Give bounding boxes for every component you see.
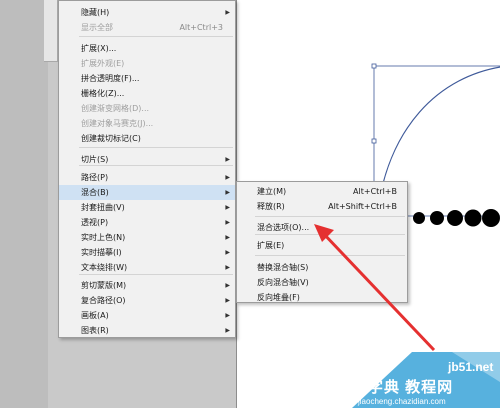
menu-item[interactable]: 显示全部 Alt+Ctrl+3 [59, 20, 235, 35]
selection-handle[interactable] [371, 63, 377, 69]
chevron-right-icon: ▶ [225, 297, 230, 304]
menu-item-label: 透视(P) [81, 218, 109, 227]
submenu-item[interactable]: 反向混合轴(V) [237, 275, 407, 290]
menu-item-label: 扩展外观(E) [81, 59, 125, 68]
menu-separator [79, 147, 233, 148]
submenu-separator [255, 255, 405, 256]
menu-item[interactable]: 栅格化(Z)... [59, 86, 235, 101]
chevron-right-icon: ▶ [225, 327, 230, 334]
menu-item[interactable]: 图表(R) ▶ [59, 323, 235, 338]
menu-item[interactable]: 创建对象马赛克(J)... [59, 116, 235, 131]
menu-item-label: 栅格化(Z)... [81, 89, 125, 98]
submenu-item-label: 释放(R) [257, 202, 285, 211]
menu-item[interactable]: 创建渐变网格(D)... [59, 101, 235, 116]
blend-circles[interactable] [413, 209, 500, 227]
workspace-left-strip [0, 0, 58, 408]
watermark-domain: jb51.net [448, 360, 494, 374]
menu-item-label: 创建裁切标记(C) [81, 134, 141, 143]
chevron-right-icon: ▶ [225, 204, 230, 211]
chevron-right-icon: ▶ [225, 156, 230, 163]
menu-item[interactable]: 封套扭曲(V) ▶ [59, 200, 235, 215]
menu-item-shortcut: Alt+Ctrl+3 [179, 23, 223, 32]
menu-item-label: 画板(A) [81, 311, 109, 320]
menu-item[interactable]: 实时描摹(I) ▶ [59, 245, 235, 260]
blend-submenu: 建立(M) Alt+Ctrl+B 释放(R) Alt+Shift+Ctrl+B 混合选项… [236, 181, 408, 303]
panel-tab[interactable] [44, 0, 58, 62]
submenu-item-shortcut: Alt+Ctrl+B [353, 187, 397, 196]
menu-item[interactable]: 拼合透明度(F)... [59, 71, 235, 86]
menu-item-label: 扩展(X)... [81, 44, 117, 53]
chevron-right-icon: ▶ [225, 9, 230, 16]
menu-item-label: 实时上色(N) [81, 233, 126, 242]
menu-item-label: 封套扭曲(V) [81, 203, 125, 212]
menu-item-label: 图表(R) [81, 326, 109, 335]
submenu-item-shortcut: Alt+Shift+Ctrl+B [328, 202, 397, 211]
submenu-separator [255, 216, 405, 217]
chevron-right-icon: ▶ [225, 249, 230, 256]
menu-item[interactable]: 创建裁切标记(C) [59, 131, 235, 146]
chevron-right-icon: ▶ [225, 282, 230, 289]
menu-item[interactable]: 画板(A) ▶ [59, 308, 235, 323]
submenu-item[interactable]: 建立(M) Alt+Ctrl+B [237, 184, 407, 199]
menu-item[interactable]: 文本绕排(W) ▶ [59, 260, 235, 275]
menu-item-label: 实时描摹(I) [81, 248, 122, 257]
submenu-item-label: 建立(M) [257, 187, 287, 196]
submenu-item[interactable]: 扩展(E) [237, 238, 407, 253]
chevron-right-icon: ▶ [225, 174, 230, 181]
submenu-item-label: 反向堆叠(F) [257, 293, 300, 302]
menu-item[interactable]: 切片(S) ▶ [59, 152, 235, 167]
menu-item-label: 隐藏(H) [81, 8, 110, 17]
submenu-item-label: 反向混合轴(V) [257, 278, 309, 287]
menu-item[interactable]: 实时上色(N) ▶ [59, 230, 235, 245]
menu-item-label: 剪切蒙版(M) [81, 281, 127, 290]
menu-item-label: 文本绕排(W) [81, 263, 128, 272]
menu-item-label: 显示全部 [81, 23, 113, 32]
watermark-url: jiaocheng.chazidian.com [358, 397, 446, 406]
menu-item[interactable]: 扩展外观(E) [59, 56, 235, 71]
menu-item-label: 创建渐变网格(D)... [81, 104, 150, 113]
chevron-right-icon: ▶ [225, 234, 230, 241]
menu-item[interactable]: 扩展(X)... [59, 41, 235, 56]
object-menu: 隐藏(H) ▶ 显示全部 Alt+Ctrl+3 扩展(X)... 扩展外观(E) 拼合透明度… [58, 0, 236, 338]
menu-item[interactable]: 混合(B) ▶ [59, 185, 235, 200]
menu-item[interactable]: 路径(P) ▶ [59, 170, 235, 185]
watermark-title: 查字典 教程网 [352, 379, 454, 396]
chevron-right-icon: ▶ [225, 312, 230, 319]
submenu-item-label: 混合选项(O)... [257, 223, 310, 232]
chevron-right-icon: ▶ [225, 189, 230, 196]
menu-item[interactable]: 剪切蒙版(M) ▶ [59, 278, 235, 293]
menu-separator [79, 36, 233, 37]
menu-item[interactable]: 透视(P) ▶ [59, 215, 235, 230]
watermark: jb51.net 查字典 教程网 jiaocheng.chazidian.com [352, 352, 500, 408]
menu-item-label: 复合路径(O) [81, 296, 126, 305]
menu-item-label: 切片(S) [81, 155, 109, 164]
submenu-item[interactable]: 混合选项(O)... [237, 220, 407, 235]
menu-item[interactable]: 复合路径(O) ▶ [59, 293, 235, 308]
submenu-item-label: 扩展(E) [257, 241, 285, 250]
chevron-right-icon: ▶ [225, 219, 230, 226]
menu-item-label: 创建对象马赛克(J)... [81, 119, 154, 128]
selection-handle[interactable] [371, 138, 377, 144]
submenu-item[interactable]: 替换混合轴(S) [237, 260, 407, 275]
chevron-right-icon: ▶ [225, 264, 230, 271]
submenu-item[interactable]: 释放(R) Alt+Shift+Ctrl+B [237, 199, 407, 214]
submenu-item[interactable]: 反向堆叠(F) [237, 290, 407, 305]
menu-item-label: 混合(B) [81, 188, 109, 197]
submenu-item-label: 替换混合轴(S) [257, 263, 309, 272]
menu-item[interactable]: 隐藏(H) ▶ [59, 5, 235, 20]
menu-item-label: 拼合透明度(F)... [81, 74, 140, 83]
menu-item-label: 路径(P) [81, 173, 109, 182]
